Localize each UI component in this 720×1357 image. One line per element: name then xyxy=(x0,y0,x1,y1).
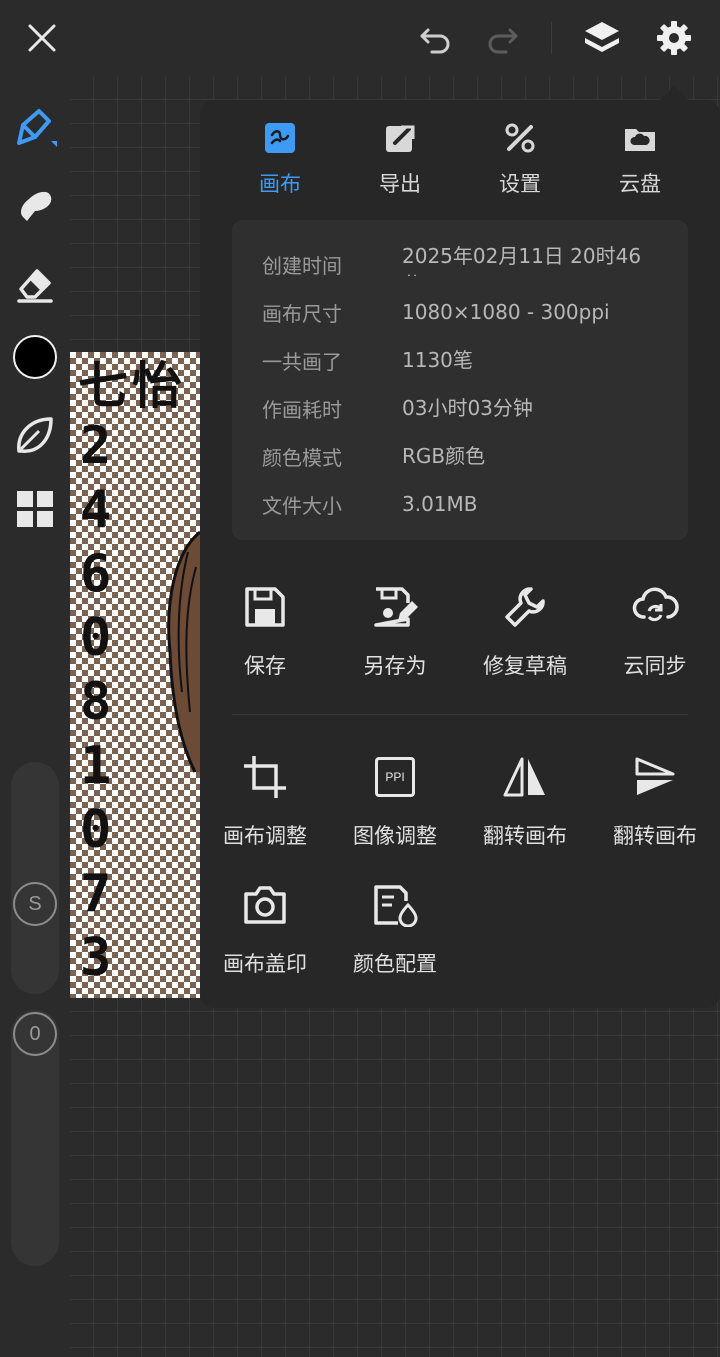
panel-divider xyxy=(232,714,688,715)
cloud-sync-icon xyxy=(632,587,679,622)
brush-icon xyxy=(17,109,57,147)
ppi-icon: PPI xyxy=(375,757,415,797)
color-profile-button[interactable]: 颜色配置 xyxy=(330,880,460,990)
opacity-slider[interactable]: 0 xyxy=(11,1010,59,1266)
camera-icon xyxy=(244,886,286,924)
save-icon xyxy=(245,587,285,627)
canvas-stamp-label: 画布盖印 xyxy=(223,952,307,976)
canvas-icon xyxy=(265,123,295,153)
crop-icon xyxy=(244,756,286,798)
cloud-sync-label: 云同步 xyxy=(623,654,687,678)
canvas-info-card: 创建时间 2025年02月11日 20时46分 画布尺寸 1080×1080 -… xyxy=(232,220,688,540)
tab-label: 画布 xyxy=(259,172,301,196)
redo-icon xyxy=(488,28,518,54)
color-picker[interactable] xyxy=(10,332,60,382)
eraser-tool[interactable] xyxy=(10,258,60,308)
info-key: 一共画了 xyxy=(262,350,342,374)
flip-vertical-button[interactable]: 翻转画布 xyxy=(590,752,720,862)
color-swatch xyxy=(13,335,57,379)
export-icon xyxy=(386,125,415,152)
save-as-button[interactable]: 另存为 xyxy=(330,582,460,692)
settings-panel: 画布 导出 设置 云盘 创建时间 2025年02月11日 20时46 画布尺寸 … xyxy=(200,100,720,1008)
save-button[interactable]: 保存 xyxy=(200,582,330,692)
flip-vertical-label: 翻转画布 xyxy=(613,824,697,848)
brush-tool[interactable] xyxy=(10,102,60,152)
undo-button[interactable] xyxy=(412,14,460,62)
artwork-canvas[interactable]: 七怡 2 4 6 0 8 1 0 7 3 xyxy=(70,352,200,998)
info-row-color-mode: 颜色模式 RGB颜色 xyxy=(262,434,682,474)
brush-size-slider[interactable]: S xyxy=(11,762,59,994)
tab-canvas[interactable]: 画布 xyxy=(220,118,340,208)
eraser-icon xyxy=(17,269,53,303)
info-row-size: 画布尺寸 1080×1080 - 300ppi xyxy=(262,290,682,330)
tab-cloud-drive[interactable]: 云盘 xyxy=(580,118,700,208)
info-value: RGB颜色 xyxy=(402,444,486,468)
save-label: 保存 xyxy=(244,654,286,678)
cloud-sync-button[interactable]: 云同步 xyxy=(590,582,720,692)
tools-icon xyxy=(505,123,535,153)
canvas-adjust-label: 画布调整 xyxy=(223,824,307,848)
tab-label: 云盘 xyxy=(619,172,661,196)
left-toolbar: S 0 xyxy=(0,76,70,1357)
save-as-icon xyxy=(374,587,418,627)
layers-icon xyxy=(585,22,619,52)
info-value: 1130笔 xyxy=(402,348,473,372)
color-profile-icon xyxy=(374,885,418,927)
brush-size-knob[interactable]: S xyxy=(13,882,57,926)
info-value: 1080×1080 - 300ppi xyxy=(402,300,610,324)
info-key: 创建时间 xyxy=(262,254,342,278)
tab-export[interactable]: 导出 xyxy=(340,118,460,208)
smudge-tool[interactable] xyxy=(10,180,60,230)
info-row-duration: 作画耗时 03小时03分钟 xyxy=(262,386,682,426)
smudge-icon xyxy=(21,191,52,221)
info-key: 画布尺寸 xyxy=(262,302,342,326)
panel-tabs: 画布 导出 设置 云盘 xyxy=(200,118,720,208)
image-adjust-button[interactable]: PPI 图像调整 xyxy=(330,752,460,862)
tab-settings[interactable]: 设置 xyxy=(460,118,580,208)
redo-button[interactable] xyxy=(478,14,526,62)
gear-icon xyxy=(657,21,691,55)
more-tools-button[interactable] xyxy=(10,484,60,534)
close-icon xyxy=(28,24,56,52)
undo-icon xyxy=(420,28,450,54)
ppi-icon-text: PPI xyxy=(385,770,405,784)
leaf-icon xyxy=(17,417,53,453)
info-row-file-size: 文件大小 3.01MB xyxy=(262,482,682,522)
close-button[interactable] xyxy=(18,14,66,62)
tab-label: 设置 xyxy=(499,172,541,196)
flip-horizontal-button[interactable]: 翻转画布 xyxy=(460,752,590,862)
tab-label: 导出 xyxy=(379,172,421,196)
top-bar xyxy=(0,0,720,76)
canvas-adjust-button[interactable]: 画布调整 xyxy=(200,752,330,862)
grid-icon xyxy=(17,491,53,527)
flip-horizontal-label: 翻转画布 xyxy=(483,824,567,848)
repair-draft-button[interactable]: 修复草稿 xyxy=(460,582,590,692)
color-profile-label: 颜色配置 xyxy=(353,952,437,976)
canvas-stamp-button[interactable]: 画布盖印 xyxy=(200,880,330,990)
cloud-drive-icon xyxy=(625,129,655,151)
panel-pointer xyxy=(660,86,688,100)
flip-vertical-icon xyxy=(635,757,675,795)
info-row-strokes: 一共画了 1130笔 xyxy=(262,338,682,378)
info-key: 作画耗时 xyxy=(262,398,342,422)
info-value: 2025年02月11日 20时46分 xyxy=(402,244,642,276)
info-key: 颜色模式 xyxy=(262,446,342,470)
toolbar-divider xyxy=(551,22,552,54)
flip-horizontal-icon xyxy=(503,757,545,797)
info-row-created: 创建时间 2025年02月11日 20时46分 xyxy=(262,242,682,282)
artwork-hair-drawing xyxy=(167,530,200,773)
info-value: 3.01MB xyxy=(402,492,478,516)
wrench-icon xyxy=(505,587,545,627)
info-value: 03小时03分钟 xyxy=(402,396,533,420)
settings-button[interactable] xyxy=(650,14,698,62)
image-adjust-label: 图像调整 xyxy=(353,824,437,848)
opacity-knob[interactable]: 0 xyxy=(13,1012,57,1056)
layers-button[interactable] xyxy=(578,14,626,62)
repair-draft-label: 修复草稿 xyxy=(483,654,567,678)
leaf-tool[interactable] xyxy=(10,410,60,460)
info-key: 文件大小 xyxy=(262,494,342,518)
save-as-label: 另存为 xyxy=(363,654,427,678)
